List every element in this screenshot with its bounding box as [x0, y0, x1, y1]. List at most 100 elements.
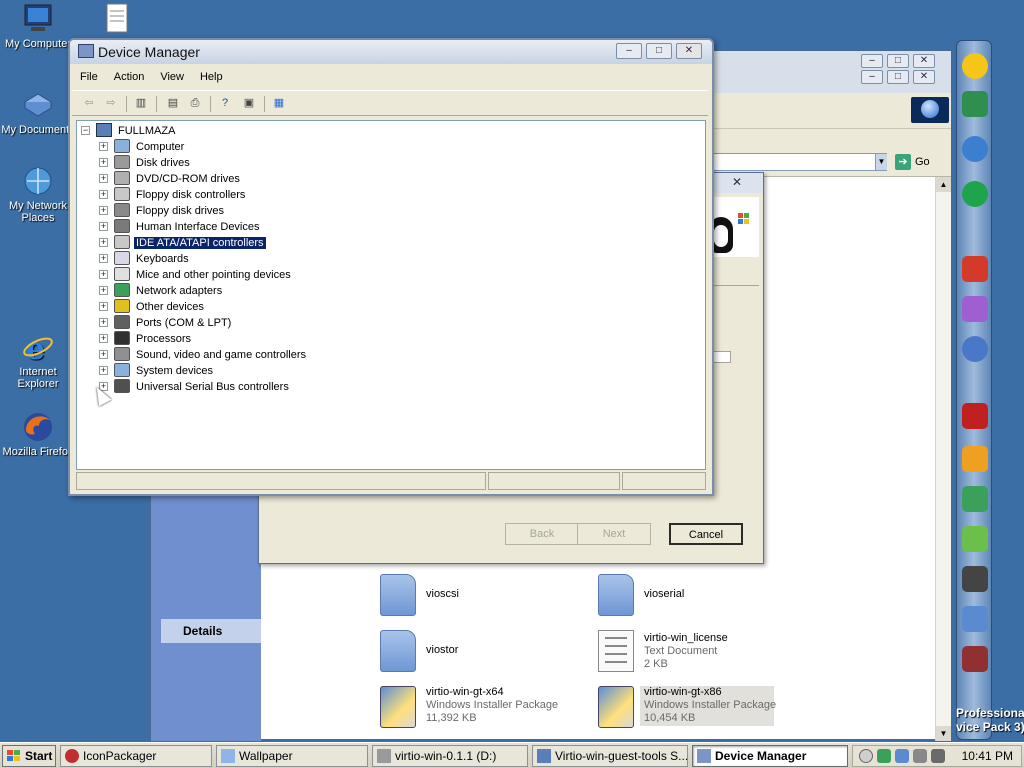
- dock-item-monitor-icon[interactable]: [962, 91, 988, 117]
- dock-item-film-icon[interactable]: [962, 256, 988, 282]
- properties-icon[interactable]: ▤: [164, 95, 182, 112]
- clock[interactable]: 10:41 PM: [962, 749, 1013, 763]
- tree-item[interactable]: + Ports (COM & LPT): [99, 315, 233, 331]
- dock-item-smiley-icon[interactable]: [962, 53, 988, 79]
- dock-item-green-icon[interactable]: [962, 526, 988, 552]
- menu-help[interactable]: Help: [192, 68, 231, 86]
- dock-item-game-icon[interactable]: [962, 646, 988, 672]
- dock-item-network-icon[interactable]: [962, 606, 988, 632]
- expand-toggle-icon[interactable]: +: [99, 366, 108, 375]
- address-input[interactable]: [711, 153, 887, 171]
- tray-volume-icon[interactable]: [913, 749, 927, 763]
- taskbar-button-iconpackager[interactable]: IconPackager: [60, 745, 212, 767]
- dock-item-messenger-icon[interactable]: [962, 296, 988, 322]
- expand-toggle-icon[interactable]: +: [99, 334, 108, 343]
- scroll-down-button[interactable]: ▼: [936, 726, 951, 741]
- close-button[interactable]: ✕: [913, 70, 935, 84]
- tree-item[interactable]: + Sound, video and game controllers: [99, 347, 308, 363]
- tree-item[interactable]: + Universal Serial Bus controllers: [99, 379, 291, 395]
- expand-toggle-icon[interactable]: +: [99, 302, 108, 311]
- minimize-button[interactable]: –: [616, 43, 642, 59]
- dock-item-internet-explorer-icon[interactable]: [962, 181, 988, 207]
- menu-view[interactable]: View: [152, 68, 192, 86]
- maximize-button[interactable]: □: [887, 70, 909, 84]
- desktop-icon-my-computer[interactable]: My Computer: [0, 2, 76, 50]
- wizard-close-button[interactable]: ✕: [723, 175, 751, 189]
- view-icon[interactable]: ▣: [240, 95, 258, 112]
- desktop-icon-firefox[interactable]: Mozilla Firefox: [0, 410, 76, 458]
- file-item-vioscsi[interactable]: vioscsi: [380, 574, 580, 618]
- show-hide-console-tree-icon[interactable]: ▥: [132, 95, 150, 112]
- expand-toggle-icon[interactable]: +: [99, 158, 108, 167]
- tray-network-icon[interactable]: [877, 749, 891, 763]
- expand-toggle-icon[interactable]: +: [99, 286, 108, 295]
- file-item-vioserial[interactable]: vioserial: [598, 574, 798, 618]
- close-button[interactable]: ✕: [913, 54, 935, 68]
- dock-item-windows-logo-icon[interactable]: [962, 446, 988, 472]
- tree-item[interactable]: + IDE ATA/ATAPI controllers: [99, 235, 267, 251]
- dock-item-keyboard-icon[interactable]: [962, 566, 988, 592]
- dock-item-archive-icon[interactable]: [962, 486, 988, 512]
- desktop-icon-internet-explorer[interactable]: e Internet Explorer: [0, 330, 76, 390]
- expand-toggle-icon[interactable]: +: [99, 174, 108, 183]
- expand-toggle-icon[interactable]: +: [99, 254, 108, 263]
- tray-smiley-icon[interactable]: [859, 749, 873, 763]
- expand-toggle-icon[interactable]: +: [99, 142, 108, 151]
- tray-display-icon[interactable]: [895, 749, 909, 763]
- go-button[interactable]: ➔ Go: [895, 153, 941, 172]
- file-item-virtio-win-gt-x64[interactable]: virtio-win-gt-x64 Windows Installer Pack…: [380, 686, 580, 730]
- taskbar-button-wallpaper[interactable]: Wallpaper: [216, 745, 368, 767]
- back-button[interactable]: Back: [505, 523, 579, 545]
- tree-item[interactable]: + Network adapters: [99, 283, 224, 299]
- taskbar-button-virtio-drive[interactable]: virtio-win-0.1.1 (D:): [372, 745, 528, 767]
- minimize-button[interactable]: –: [861, 70, 883, 84]
- dock-item-red-app-icon[interactable]: [962, 403, 988, 429]
- tree-item[interactable]: + Floppy disk controllers: [99, 187, 247, 203]
- tree-item[interactable]: + Disk drives: [99, 155, 192, 171]
- start-button[interactable]: Start: [2, 745, 56, 767]
- taskbar-button-virtio-guest-tools[interactable]: Virtio-win-guest-tools S...: [532, 745, 688, 767]
- device-tree[interactable]: − FULLMAZA + Computer + Disk drives + DVD/CD-R…: [76, 120, 706, 470]
- expand-toggle-icon[interactable]: +: [99, 350, 108, 359]
- expand-toggle-icon[interactable]: +: [99, 190, 108, 199]
- tree-item[interactable]: + Computer: [99, 139, 186, 155]
- maximize-button[interactable]: □: [646, 43, 672, 59]
- details-header[interactable]: Details: [161, 619, 261, 643]
- close-button[interactable]: ✕: [676, 43, 702, 59]
- tree-item[interactable]: + Floppy disk drives: [99, 203, 226, 219]
- desktop-icon-my-documents[interactable]: My Documents: [0, 88, 76, 136]
- back-arrow-icon[interactable]: ⇦: [80, 95, 98, 112]
- vertical-scrollbar[interactable]: ▲ ▼: [935, 177, 951, 741]
- tree-item[interactable]: + Human Interface Devices: [99, 219, 262, 235]
- address-dropdown-button[interactable]: ▼: [875, 154, 887, 170]
- tree-root[interactable]: − FULLMAZA: [81, 123, 177, 139]
- menu-file[interactable]: File: [72, 68, 106, 86]
- desktop-icon-network-places[interactable]: My Network Places: [0, 164, 76, 224]
- tree-item[interactable]: + Mice and other pointing devices: [99, 267, 293, 283]
- expand-toggle-icon[interactable]: +: [99, 270, 108, 279]
- tree-item[interactable]: + Other devices: [99, 299, 206, 315]
- tray-safely-remove-icon[interactable]: [931, 749, 945, 763]
- cancel-button[interactable]: Cancel: [669, 523, 743, 545]
- tree-item[interactable]: + DVD/CD-ROM drives: [99, 171, 242, 187]
- expand-toggle-icon[interactable]: +: [99, 222, 108, 231]
- expand-toggle-icon[interactable]: +: [99, 206, 108, 215]
- maximize-button[interactable]: □: [887, 54, 909, 68]
- scroll-up-button[interactable]: ▲: [936, 177, 951, 192]
- next-button[interactable]: Next: [577, 523, 651, 545]
- expand-toggle-icon[interactable]: +: [99, 318, 108, 327]
- collapse-toggle-icon[interactable]: −: [81, 126, 90, 135]
- tree-item[interactable]: + System devices: [99, 363, 215, 379]
- dock-item-user-icon[interactable]: [962, 336, 988, 362]
- file-item-virtio-win-gt-x86[interactable]: virtio-win-gt-x86 Windows Installer Pack…: [598, 686, 798, 730]
- file-item-virtio-win-license[interactable]: virtio-win_license Text Document 2 KB: [598, 630, 798, 674]
- print-icon[interactable]: ⎙: [186, 95, 204, 112]
- expand-toggle-icon[interactable]: +: [99, 238, 108, 247]
- forward-arrow-icon[interactable]: ⇨: [102, 95, 120, 112]
- menu-action[interactable]: Action: [106, 68, 153, 86]
- dock-item-media-player-icon[interactable]: [962, 136, 988, 162]
- file-item-viostor[interactable]: viostor: [380, 630, 580, 674]
- minimize-button[interactable]: –: [861, 54, 883, 68]
- taskbar-button-device-manager[interactable]: Device Manager: [692, 745, 848, 767]
- desktop-icon-my-documents-file[interactable]: [78, 2, 154, 38]
